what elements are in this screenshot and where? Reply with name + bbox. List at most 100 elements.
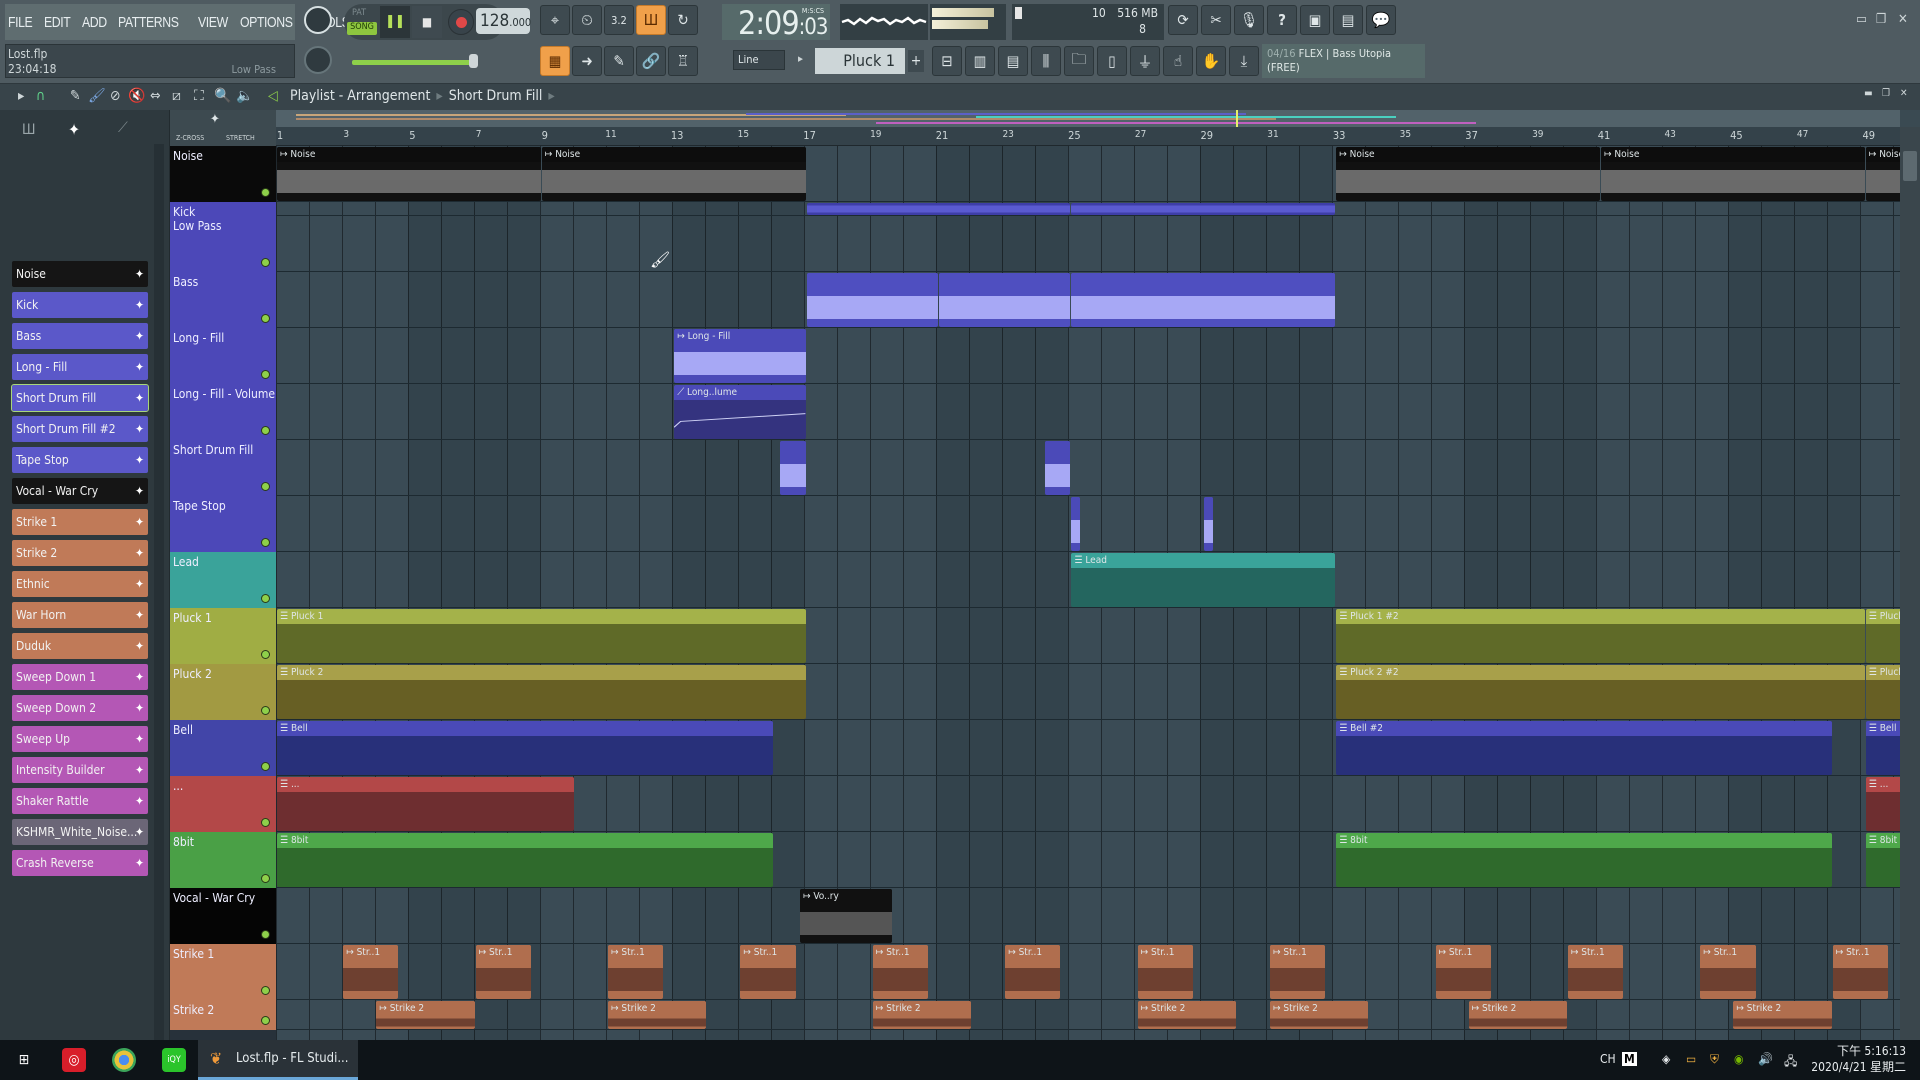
slip-tool-icon[interactable]: ⇔ [150,88,161,104]
audio-clip[interactable]: ↦ Str..1 [1435,945,1491,999]
track-enable-led[interactable] [261,426,270,435]
track-enable-led[interactable] [261,258,270,267]
paint-tool-icon[interactable]: 🖌 [88,88,106,104]
system-clock[interactable]: 下午 5:16:13 2020/4/21 星期二 [1811,1043,1906,1075]
audio-clip[interactable]: ↦ Strike 2 [1270,1001,1369,1029]
clip-source-item[interactable]: Sweep Down 1 ✦ [12,664,148,690]
audio-clip[interactable]: ↦ Strike 2 [1733,1001,1832,1029]
mute-tool-icon[interactable]: 🔇 [128,88,145,104]
clip-source-item[interactable]: Bass ✦ [12,323,148,349]
track-header[interactable]: Short Drum Fill [170,440,276,496]
record-button[interactable] [448,9,474,35]
stop-button[interactable]: ■ [412,6,442,38]
ime-indicator[interactable]: CH [1600,1052,1616,1066]
audio-clip[interactable]: ↦ Str..1 [1832,945,1888,999]
track-header[interactable]: Low Pass [170,216,276,272]
menu-add[interactable]: ADD [82,14,107,31]
track-header[interactable]: Vocal - War Cry [170,888,276,944]
windows-start-icon[interactable]: ⊞ [12,1048,36,1072]
loop-record-button[interactable]: ↻ [668,5,698,35]
clip-source-item[interactable]: KSHMR_White_Noise... ✦ [12,819,148,845]
track-enable-led[interactable] [261,594,270,603]
playlist-minimize[interactable]: ▬ [1864,88,1873,99]
pattern-clip[interactable]: ☰ 8bit [277,833,773,887]
draw-tool-icon[interactable]: ✎ [70,88,81,104]
track-header[interactable]: Bass [170,272,276,328]
audio-clip[interactable]: ↦ Noise [1865,147,1900,201]
track-header[interactable]: Lead [170,552,276,608]
audio-clip[interactable]: ↦ Str..1 [872,945,929,999]
track-enable-led[interactable] [261,538,270,547]
master-pitch-knob[interactable] [304,46,332,74]
audio-clip[interactable] [1071,497,1081,551]
clip-source-item[interactable]: Kick ✦ [12,292,148,318]
playlist-maximize[interactable]: ❐ [1882,88,1890,99]
audio-clip[interactable] [806,203,1071,215]
pattern-clip[interactable]: ☰ Pluck 1 [1865,609,1900,663]
pattern-clip[interactable]: ☰ Pluck 1 #2 [1336,609,1865,663]
pattern-clip[interactable]: ☰ Bell [277,721,773,775]
playlist-grid[interactable]: ↦ Noise↦ Noise↦ Noise↦ Noise↦ Noise↦ Noi… [276,146,1900,1040]
playback-tool-icon[interactable]: 🔈 [236,88,253,104]
audio-clip[interactable]: ↦ Str..1 [1270,945,1326,999]
master-volume-knob[interactable] [304,6,332,34]
audio-clip[interactable]: ↦ Noise [1336,147,1600,201]
channel-rack-icon[interactable]: ▥ [965,46,995,76]
track-enable-led[interactable] [261,706,270,715]
project-icon[interactable]: ▯ [1097,46,1127,76]
clip-source-item[interactable]: Ethnic ✦ [12,571,148,597]
audio-clip[interactable] [780,441,806,495]
playlist-close[interactable]: ✕ [1900,88,1908,99]
menu-view[interactable]: VIEW [198,14,228,31]
pattern-clip[interactable]: ☰ Pluck 2 #2 [1336,665,1865,719]
audio-clip[interactable] [939,273,1071,327]
download-icon[interactable]: ⤓ [1229,46,1259,76]
track-header[interactable]: 8bit [170,832,276,888]
breadcrumb-pattern[interactable]: Short Drum Fill [449,88,543,104]
tempo-display[interactable]: 128.000 [476,8,531,34]
playlist-view-icon[interactable]: ▦ [540,46,570,76]
pattern-clip[interactable]: ☰ Pluck 2 [1865,665,1900,719]
auto-clip[interactable]: ⟋ Long..lume [674,385,806,439]
track-header[interactable]: Noise [170,146,276,202]
track-header[interactable]: Kick [170,202,276,219]
pattern-clip[interactable]: ☰ 8bit [1336,833,1832,887]
menu-options[interactable]: OPTIONS [240,14,293,31]
clip-source-item[interactable]: Shaker Rattle ✦ [12,788,148,814]
audio-clip[interactable]: ↦ Str..1 [1005,945,1061,999]
clip-source-item[interactable]: War Horn ✦ [12,602,148,628]
audio-clip[interactable]: ↦ Str..1 [475,945,531,999]
folder-tray-icon[interactable]: ▭ [1686,1052,1696,1066]
iqiyi-icon[interactable]: iQY [162,1048,186,1072]
menu-patterns[interactable]: PATTERNS [118,14,179,31]
timeline-ruler[interactable]: 1 3 5 7 9 11 13 15 17 19 21 23 25 27 29 31 33 35 37 39 41 43 4… [276,127,1900,146]
audio-clip[interactable]: ↦ Str..1 [740,945,796,999]
track-header[interactable]: Strike 1 [170,944,276,1000]
track-enable-led[interactable] [261,482,270,491]
clip-source-item[interactable]: Strike 2 ✦ [12,540,148,566]
track-enable-led[interactable] [261,1016,270,1025]
audio-clip[interactable]: ↦ Str..1 [1567,945,1624,999]
taskbar-fl-studio[interactable]: ❦ Lost.flp - FL Studi... [198,1040,358,1080]
network-app-icon[interactable]: ◈ [1662,1052,1670,1066]
pattern-clip[interactable]: ☰ ... [1865,777,1900,831]
pattern-clip[interactable]: ☰ ... [277,777,574,831]
clip-source-item[interactable]: Tape Stop ✦ [12,447,148,473]
select-tool-icon[interactable]: ⛶ [194,88,204,104]
step-edit-button[interactable]: Ш [636,5,666,35]
clip-source-item[interactable]: Strike 1 ✦ [12,509,148,535]
clip-source-item[interactable]: Noise ✦ [12,261,148,287]
mixer-icon[interactable]: ⫼ [1031,46,1061,76]
ime-mode-icon[interactable]: M [1622,1052,1637,1066]
slice-tool-icon[interactable]: ⧄ [172,88,181,104]
close-button[interactable]: ✕ [1898,12,1908,27]
scissors-audio-icon[interactable]: ✂ [1201,5,1231,35]
browser-icon[interactable]: 🗀 [1064,46,1094,76]
track-header[interactable]: Long - Fill - Volume [170,384,276,440]
track-enable-led[interactable] [261,986,270,995]
clip-source-item[interactable]: Short Drum Fill ✦ [11,384,149,412]
pattern-clip[interactable]: ☰ Pluck 1 [277,609,806,663]
clip-source-item[interactable]: Short Drum Fill #2 ✦ [12,416,148,442]
track-enable-led[interactable] [261,930,270,939]
export-icon[interactable]: ▤ [1333,5,1363,35]
